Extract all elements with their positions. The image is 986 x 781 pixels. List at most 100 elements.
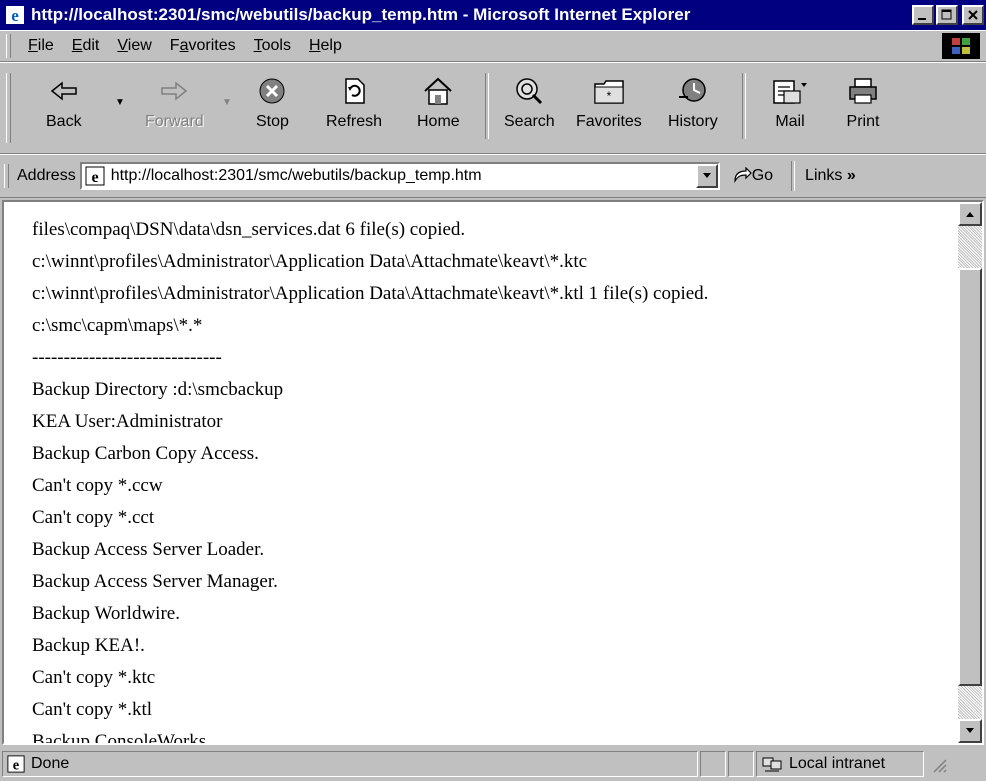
search-globe-icon bbox=[512, 71, 546, 111]
local-intranet-icon bbox=[762, 757, 782, 772]
vertical-scrollbar[interactable] bbox=[958, 202, 982, 743]
refresh-icon bbox=[338, 71, 370, 111]
history-button[interactable]: History bbox=[668, 71, 718, 149]
refresh-button[interactable]: Refresh bbox=[326, 71, 382, 149]
log-line: files\compaq\DSN\data\dsn_services.dat 6… bbox=[32, 219, 466, 240]
scroll-down-button[interactable] bbox=[958, 719, 982, 743]
log-line: Can't copy *.ccw bbox=[32, 475, 163, 496]
back-label: Back bbox=[46, 113, 82, 130]
log-line: Can't copy *.ktl bbox=[32, 699, 153, 720]
log-line: Can't copy *.cct bbox=[32, 507, 155, 528]
toolbar-separator bbox=[485, 73, 489, 139]
log-line: Backup KEA!. bbox=[32, 635, 145, 656]
page-done-icon: e bbox=[7, 755, 25, 773]
stop-label: Stop bbox=[256, 113, 289, 130]
search-button[interactable]: Search bbox=[504, 71, 555, 149]
close-icon bbox=[968, 10, 978, 20]
scroll-thumb[interactable] bbox=[958, 268, 982, 686]
menu-favorites[interactable]: Favorites bbox=[161, 37, 245, 55]
windows-logo-icon bbox=[942, 33, 980, 59]
chevron-right-icon: » bbox=[846, 167, 856, 184]
status-text-panel: e Done bbox=[2, 751, 698, 777]
home-button[interactable]: Home bbox=[417, 71, 460, 149]
back-arrow-icon bbox=[48, 71, 80, 111]
title-bar[interactable]: e http://localhost:2301/smc/webutils/bac… bbox=[0, 0, 986, 30]
forward-dropdown-icon[interactable]: ▼ bbox=[222, 97, 232, 108]
address-bar: Address e http://localhost:2301/smc/webu… bbox=[0, 154, 986, 198]
status-panel-empty bbox=[728, 751, 754, 777]
links-separator bbox=[791, 161, 796, 191]
favorites-button[interactable]: * Favorites bbox=[576, 71, 642, 149]
home-label: Home bbox=[417, 113, 460, 130]
stop-button[interactable]: Stop bbox=[256, 71, 289, 149]
log-line: Backup Directory :d:\smcbackup bbox=[32, 379, 284, 400]
address-label: Address bbox=[17, 167, 76, 184]
refresh-label: Refresh bbox=[326, 113, 383, 130]
menu-help[interactable]: Help bbox=[300, 37, 351, 55]
menu-bar-grip[interactable] bbox=[6, 34, 11, 58]
stop-icon bbox=[256, 71, 288, 111]
menu-tools[interactable]: Tools bbox=[245, 37, 300, 55]
page-content: files\compaq\DSN\data\dsn_services.dat 6… bbox=[2, 200, 984, 745]
address-bar-grip[interactable] bbox=[4, 164, 9, 188]
chevron-down-icon bbox=[702, 173, 711, 178]
links-button[interactable]: Links » bbox=[805, 167, 856, 185]
svg-text:*: * bbox=[607, 89, 612, 103]
standard-toolbar: Back ▼ Forward ▼ Stop Refresh Home Searc… bbox=[0, 62, 986, 154]
backup-log: files\compaq\DSN\data\dsn_services.dat 6… bbox=[32, 214, 709, 745]
history-icon bbox=[676, 71, 710, 111]
log-line: c:\winnt\profiles\Administrator\Applicat… bbox=[32, 283, 709, 304]
minimize-button[interactable] bbox=[912, 5, 934, 25]
svg-text:e: e bbox=[91, 169, 98, 186]
go-arrow-icon bbox=[734, 167, 752, 184]
menu-view[interactable]: View bbox=[108, 37, 160, 55]
ie-logo-icon: e bbox=[5, 5, 25, 25]
print-icon bbox=[846, 71, 880, 111]
status-text: Done bbox=[31, 755, 70, 772]
log-line: c:\winnt\profiles\Administrator\Applicat… bbox=[32, 251, 588, 272]
favorites-folder-icon: * bbox=[592, 71, 626, 111]
toolbar-separator bbox=[742, 73, 746, 139]
menu-bar: File Edit View Favorites Tools Help bbox=[0, 30, 986, 62]
print-button[interactable]: Print bbox=[846, 71, 880, 149]
resize-grip-icon[interactable] bbox=[928, 754, 948, 774]
log-line: Backup Access Server Loader. bbox=[32, 539, 265, 560]
history-label: History bbox=[668, 113, 718, 130]
log-line: ------------------------------ bbox=[32, 347, 222, 368]
log-line: Backup Worldwire. bbox=[32, 603, 180, 624]
toolbar-grip[interactable] bbox=[6, 73, 11, 143]
page-icon: e bbox=[85, 166, 105, 186]
back-button[interactable]: Back bbox=[46, 71, 82, 149]
print-label: Print bbox=[846, 113, 880, 130]
forward-button[interactable]: Forward bbox=[145, 71, 204, 149]
svg-text:e: e bbox=[13, 757, 20, 773]
close-button[interactable] bbox=[962, 5, 984, 25]
address-url[interactable]: http://localhost:2301/smc/webutils/backu… bbox=[111, 167, 696, 185]
forward-arrow-icon bbox=[158, 71, 190, 111]
search-label: Search bbox=[504, 113, 555, 130]
log-line: Backup Access Server Manager. bbox=[32, 571, 278, 592]
browser-window: e http://localhost:2301/smc/webutils/bac… bbox=[0, 0, 986, 781]
back-dropdown-icon[interactable]: ▼ bbox=[115, 97, 125, 108]
status-bar: e Done Local intranet bbox=[0, 747, 986, 781]
log-line: Backup ConsoleWorks. bbox=[32, 731, 211, 745]
status-panel-empty bbox=[700, 751, 726, 777]
maximize-icon bbox=[941, 9, 952, 20]
favorites-label: Favorites bbox=[576, 113, 642, 130]
minimize-icon bbox=[918, 18, 926, 20]
go-button[interactable]: Go bbox=[732, 167, 773, 185]
mail-icon bbox=[770, 71, 810, 111]
log-line: Backup Carbon Copy Access. bbox=[32, 443, 259, 464]
chevron-down-icon bbox=[966, 728, 974, 733]
chevron-up-icon bbox=[966, 212, 974, 217]
address-dropdown-button[interactable] bbox=[695, 164, 718, 188]
scroll-up-button[interactable] bbox=[958, 202, 982, 226]
address-input[interactable]: e http://localhost:2301/smc/webutils/bac… bbox=[79, 162, 720, 190]
zone-panel: Local intranet bbox=[756, 751, 924, 777]
mail-button[interactable]: Mail bbox=[770, 71, 810, 149]
window-title: http://localhost:2301/smc/webutils/backu… bbox=[31, 5, 691, 24]
maximize-button[interactable] bbox=[936, 5, 958, 25]
menu-file[interactable]: File bbox=[19, 37, 63, 55]
go-label: Go bbox=[751, 167, 774, 184]
menu-edit[interactable]: Edit bbox=[63, 37, 109, 55]
